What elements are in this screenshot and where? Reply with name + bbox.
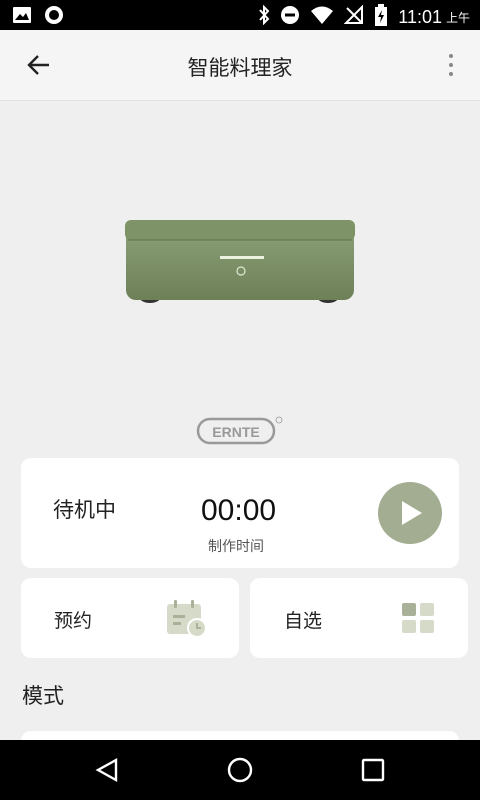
device-status-card: 待机中 00:00 制作时间 <box>21 458 459 568</box>
status-bar-right: 11:01 上午 <box>258 4 470 30</box>
reserve-card[interactable]: 预约 <box>21 578 239 658</box>
clock-time: 11:01 <box>398 6 442 27</box>
bluetooth-icon <box>258 4 270 29</box>
wifi-icon <box>310 5 334 29</box>
custom-label: 自选 <box>284 610 323 632</box>
nav-back-button[interactable] <box>90 755 124 785</box>
do-not-disturb-icon <box>280 5 300 29</box>
battery-charging-icon <box>374 4 388 30</box>
start-button[interactable] <box>378 482 442 544</box>
back-triangle-icon <box>95 757 118 783</box>
home-circle-icon <box>227 757 253 783</box>
system-nav-bar <box>0 740 480 800</box>
cook-time-value: 00:00 <box>201 494 277 527</box>
modes-section-title: 模式 <box>22 684 64 708</box>
brand-logo: ERNTE <box>196 414 286 448</box>
reserve-label: 预约 <box>54 610 93 632</box>
device-state-label: 待机中 <box>53 498 116 522</box>
more-menu-button[interactable] <box>444 50 458 80</box>
svg-text:ERNTE: ERNTE <box>212 424 259 440</box>
more-vertical-icon <box>449 54 453 58</box>
cook-time-label: 制作时间 <box>208 539 264 555</box>
nav-home-button[interactable] <box>223 755 257 785</box>
app-bar: 智能料理家 <box>0 30 480 101</box>
page-title: 智能料理家 <box>187 56 293 80</box>
circle-app-icon <box>44 5 64 29</box>
image-icon <box>12 6 32 28</box>
no-signal-icon <box>343 4 364 29</box>
play-icon <box>402 501 422 525</box>
clock-ampm: 上午 <box>445 10 470 25</box>
recents-square-icon <box>361 758 385 782</box>
custom-card[interactable]: 自选 <box>250 578 468 658</box>
status-bar-left <box>12 5 64 29</box>
nav-recents-button[interactable] <box>356 755 390 785</box>
calendar-clock-icon <box>165 600 207 642</box>
product-image <box>120 210 360 310</box>
status-bar: 11:01 上午 <box>0 0 480 30</box>
grid-icon <box>400 602 436 638</box>
